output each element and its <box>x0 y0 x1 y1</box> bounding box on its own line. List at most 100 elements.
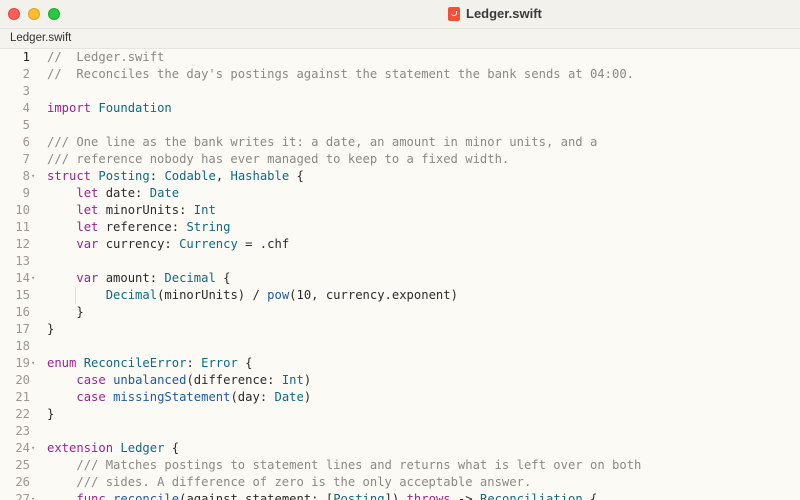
code-line[interactable]: 19 ▾ enum ReconcileError: Error { <box>0 355 800 372</box>
code-text: // Ledger.swift <box>47 49 164 66</box>
code-token: Hashable <box>230 169 290 183</box>
code-token: ]) <box>384 492 407 500</box>
line-number: 12 <box>15 237 30 251</box>
line-number: 19 <box>15 356 30 370</box>
code-line[interactable]: 22} <box>0 406 800 423</box>
code-token: ) <box>303 373 312 387</box>
code-line[interactable]: 14 ▾ var amount: Decimal { <box>0 270 800 287</box>
code-line[interactable]: 23 <box>0 423 800 440</box>
code-token: minorUnits: <box>98 203 194 217</box>
fold-disclosure-icon[interactable]: ▾ <box>31 491 35 500</box>
line-number: 15 <box>15 288 30 302</box>
zoom-window-button[interactable] <box>48 8 60 20</box>
close-window-button[interactable] <box>8 8 20 20</box>
code-line[interactable]: 15 Decimal(minorUnits) / pow(10, currenc… <box>0 287 800 304</box>
code-line[interactable]: 12 var currency: Currency = .chf <box>0 236 800 253</box>
code-line[interactable]: 7 /// reference nobody has ever managed t… <box>0 151 800 168</box>
code-token: (10, currency.exponent) <box>289 288 458 302</box>
code-token: Int <box>193 203 216 217</box>
code-token: date: <box>98 186 150 200</box>
line-number: 22 <box>15 407 30 421</box>
code-editor[interactable]: 1 // Ledger.swift 2 // Reconciles the day's… <box>0 49 800 500</box>
window-controls <box>8 8 60 20</box>
code-token: { <box>289 169 304 183</box>
code-token: , <box>215 169 231 183</box>
code-token: Decimal <box>105 288 158 302</box>
code-text: import Foundation <box>47 100 172 117</box>
code-token: (against statement: [ <box>179 492 334 500</box>
code-token: Error <box>201 356 238 370</box>
code-text: case missingStatement(day: Date) <box>47 389 311 406</box>
code-line[interactable]: 9 let date: Date <box>0 185 800 202</box>
code-token: /// One line as the bank writes it: a da… <box>47 135 598 149</box>
fold-disclosure-icon[interactable]: ▾ <box>31 440 35 457</box>
code-token: case <box>76 390 106 404</box>
code-line[interactable]: 13 <box>0 253 800 270</box>
code-text: /// Matches postings to statement lines … <box>47 457 641 474</box>
line-number: 3 <box>22 84 30 98</box>
code-line[interactable]: 18 <box>0 338 800 355</box>
line-number: 18 <box>15 339 30 353</box>
minimize-window-button[interactable] <box>28 8 40 20</box>
code-line[interactable]: 4 import Foundation <box>0 100 800 117</box>
line-number: 5 <box>22 118 30 132</box>
code-token: = .chf <box>237 237 290 251</box>
line-number: 21 <box>15 390 30 404</box>
code-token: /// reference nobody has ever managed to… <box>47 152 510 166</box>
line-number: 16 <box>15 305 30 319</box>
code-text: let reference: String <box>47 219 230 236</box>
code-token: Date <box>149 186 180 200</box>
code-token: } <box>47 407 55 421</box>
code-token: /// sides. A difference of zero is the o… <box>76 475 532 489</box>
code-line[interactable]: 2 // Reconciles the day's postings agains… <box>0 66 800 83</box>
code-token: throws <box>406 492 451 500</box>
code-line[interactable]: 16 } <box>0 304 800 321</box>
code-text: /// reference nobody has ever managed to… <box>47 151 509 168</box>
line-number: 23 <box>15 424 30 438</box>
code-line[interactable]: 10 let minorUnits: Int <box>0 202 800 219</box>
code-line[interactable]: 17} <box>0 321 800 338</box>
code-text: var currency: Currency = .chf <box>47 236 289 253</box>
code-line[interactable]: 11 let reference: String <box>0 219 800 236</box>
code-line[interactable]: 24 ▾ extension Ledger { <box>0 440 800 457</box>
line-number: 26 <box>15 475 30 489</box>
code-line[interactable]: 1 // Ledger.swift <box>0 49 800 66</box>
code-text: } <box>47 406 54 423</box>
fold-disclosure-icon[interactable]: ▾ <box>31 355 35 372</box>
code-line[interactable]: 26 /// sides. A difference of zero is th… <box>0 474 800 491</box>
code-line[interactable]: 5 <box>0 117 800 134</box>
code-text: } <box>47 304 83 321</box>
code-line[interactable]: 6 /// One line as the bank writes it: a d… <box>0 134 800 151</box>
code-line[interactable]: 25 /// Matches postings to statement lin… <box>0 457 800 474</box>
code-text: } <box>47 321 54 338</box>
code-line[interactable]: 3 <box>0 83 800 100</box>
swift-file-icon <box>448 6 460 21</box>
code-token: // Reconciles the day's postings against… <box>47 67 634 81</box>
fold-disclosure-icon[interactable]: ▾ <box>31 168 35 185</box>
code-token: reference: <box>98 220 187 234</box>
code-line[interactable]: 8 ▾ struct Posting: Codable, Hashable { <box>0 168 800 185</box>
tab-ledger-swift[interactable]: Ledger.swift <box>10 32 71 44</box>
code-token: enum <box>47 356 77 370</box>
code-text: let minorUnits: Int <box>47 202 216 219</box>
fold-disclosure-icon[interactable]: ▾ <box>31 270 35 287</box>
code-token: unbalanced <box>113 373 187 387</box>
code-token: : <box>186 356 202 370</box>
line-number: 10 <box>15 203 30 217</box>
code-token: func <box>76 492 106 500</box>
title-bar: Ledger.swift <box>0 0 800 29</box>
code-line[interactable]: 20 case unbalanced(difference: Int) <box>0 372 800 389</box>
code-line[interactable]: 27 ▾ func reconcile(against statement: [P… <box>0 491 800 500</box>
code-token: -> <box>450 492 480 500</box>
code-line[interactable]: 21 case missingStatement(day: Date) <box>0 389 800 406</box>
